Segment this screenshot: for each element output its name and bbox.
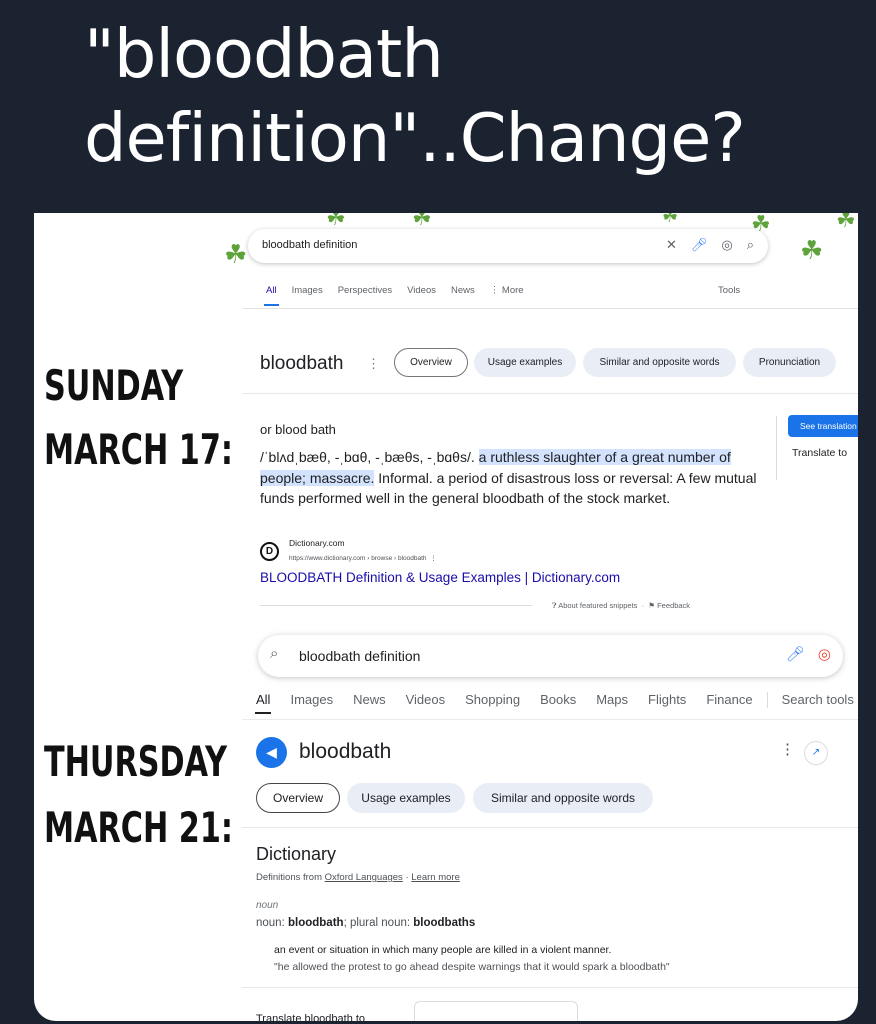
mic-icon[interactable]: 🎤︎ (786, 645, 805, 663)
clover-icon: ☘ (836, 213, 856, 232)
chip-pronunciation[interactable]: Pronunciation (743, 348, 836, 377)
feedback-icon: ⚑ (648, 601, 655, 610)
chip-overview[interactable]: Overview (256, 783, 340, 813)
tab-all[interactable]: All (264, 285, 279, 306)
chip-similar-opposite[interactable]: Similar and opposite words (473, 783, 653, 813)
divider (776, 416, 777, 480)
divider (242, 393, 858, 394)
dictionary-logo-icon: D (260, 542, 279, 561)
screenshot-card: ☘ ☘ ☘ ☘ ☘ ☘ ☘ ☘ SUNDAY MARCH 17: THURSDA… (34, 213, 858, 1021)
lens-icon[interactable]: ◎ (721, 237, 732, 253)
speaker-icon[interactable]: ◀︎ (256, 737, 287, 768)
divider (766, 692, 768, 708)
tab-news[interactable]: News (451, 285, 475, 296)
date-label-thursday: THURSDAY (44, 737, 228, 786)
search-query[interactable]: bloodbath definition (262, 239, 357, 251)
search-bar[interactable]: bloodbath definition ✕ 🎤︎ ◎ ⌕ (248, 229, 768, 263)
headword: bloodbath (260, 353, 344, 374)
help-icon: ❓︎ (552, 601, 557, 610)
lens-icon[interactable]: ◎ (818, 645, 831, 663)
chip-usage-examples[interactable]: Usage examples (474, 348, 576, 377)
date-label-march21: MARCH 21: (44, 803, 233, 852)
mic-icon[interactable]: 🎤︎ (691, 237, 708, 253)
share-icon[interactable]: ↗ (804, 741, 828, 765)
tab-shopping[interactable]: Shopping (465, 692, 520, 708)
search-bar[interactable]: ⌕ bloodbath definition 🎤︎ ◎ (258, 635, 843, 677)
tab-news[interactable]: News (353, 692, 386, 708)
divider (260, 605, 532, 606)
source-url[interactable]: https://www.dictionary.com › browse › bl… (289, 554, 437, 562)
about-snippets-link[interactable]: About featured snippets (558, 601, 637, 610)
oxford-languages-link[interactable]: Oxford Languages (325, 872, 403, 883)
search-icon[interactable]: ⌕ (747, 237, 754, 253)
tab-maps[interactable]: Maps (596, 692, 628, 708)
chip-similar-opposite[interactable]: Similar and opposite words (583, 348, 736, 377)
tab-videos[interactable]: Videos (407, 285, 436, 296)
translate-heading: Translate bloodbath to (256, 1013, 366, 1021)
search-tools[interactable]: Search tools (782, 692, 854, 708)
tab-finance[interactable]: Finance (706, 692, 752, 708)
feedback-link[interactable]: Feedback (657, 601, 690, 610)
search-tabs: All Images Perspectives Videos News ⋮ Mo… (264, 285, 524, 306)
divider (242, 719, 858, 720)
snippet-footer: ❓︎ About featured snippets · ⚑ Feedback (552, 601, 691, 610)
language-select[interactable] (414, 1001, 578, 1021)
definitions-source: Definitions from Oxford Languages · Lear… (256, 872, 460, 883)
tab-images[interactable]: Images (292, 285, 323, 296)
tab-perspectives[interactable]: Perspectives (338, 285, 392, 296)
learn-more-link[interactable]: Learn more (411, 872, 460, 883)
meme-title: "bloodbath definition"..Change? (84, 15, 746, 177)
clover-icon: ☘ (662, 213, 679, 226)
search-tabs: All Images News Videos Shopping Books Ma… (254, 692, 854, 714)
search-query[interactable]: bloodbath definition (299, 648, 420, 664)
see-translation-button[interactable]: See translation (788, 415, 858, 437)
headword: bloodbath (299, 740, 392, 763)
tab-all[interactable]: All (254, 692, 272, 714)
tab-videos[interactable]: Videos (406, 692, 446, 708)
kebab-icon[interactable]: ⋮ (367, 356, 380, 372)
pronunciation: /ˈblʌdˌbæθ, -ˌbɑθ, -ˌbæθs, -ˌbɑθs/. (260, 449, 475, 465)
divider (242, 827, 858, 828)
tab-images[interactable]: Images (290, 692, 333, 708)
divider (242, 987, 858, 988)
clover-icon: ☘ (800, 235, 824, 265)
featured-definition: /ˈblʌdˌbæθ, -ˌbɑθ, -ˌbæθs, -ˌbɑθs/. a ru… (260, 447, 760, 509)
clover-icon: ☘ (326, 213, 346, 230)
word-forms: noun: bloodbath; plural noun: bloodbaths (256, 917, 476, 929)
search-icon: ⌕ (270, 645, 279, 662)
tab-books[interactable]: Books (540, 692, 576, 708)
part-of-speech: noun (256, 900, 279, 911)
clover-icon: ☘ (412, 213, 432, 230)
dictionary-heading: Dictionary (256, 844, 337, 864)
clover-icon: ☘ (224, 239, 248, 269)
result-link[interactable]: BLOODBATH Definition & Usage Examples | … (260, 570, 620, 585)
tab-flights[interactable]: Flights (648, 692, 686, 708)
alt-spelling: or blood bath (260, 422, 336, 437)
tab-more[interactable]: ⋮ More (490, 285, 524, 296)
date-label-march17: MARCH 17: (44, 425, 233, 474)
definition-sense: an event or situation in which many peop… (274, 944, 612, 956)
tools-button[interactable]: Tools (718, 285, 740, 296)
translate-to-label: Translate to (792, 447, 848, 459)
divider (242, 308, 858, 309)
definition-example: "he allowed the protest to go ahead desp… (274, 961, 670, 973)
source-name[interactable]: Dictionary.com (289, 538, 345, 548)
date-label-sunday: SUNDAY (44, 361, 184, 410)
close-icon[interactable]: ✕ (666, 237, 677, 253)
chip-overview[interactable]: Overview (394, 348, 468, 377)
chip-usage-examples[interactable]: Usage examples (347, 783, 465, 813)
kebab-icon[interactable]: ⋮ (780, 740, 795, 758)
